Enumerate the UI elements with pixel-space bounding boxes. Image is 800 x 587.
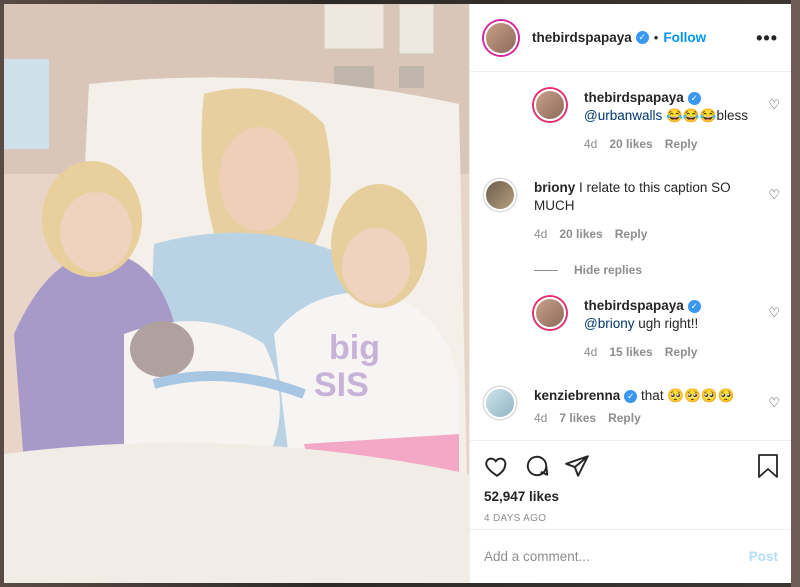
commenter-avatar[interactable] xyxy=(484,387,516,419)
separator-dot: • xyxy=(653,30,659,45)
author-username[interactable]: thebirdspapaya xyxy=(532,30,632,45)
comment-text: that 🥺🥺🥺🥺 xyxy=(641,388,735,403)
comment-username[interactable]: kenziebrenna xyxy=(534,388,620,403)
comment-like-heart-icon[interactable]: ♡ xyxy=(768,395,780,411)
post-likes-count[interactable]: 52,947 likes xyxy=(484,489,559,504)
comment-body: thebirdspapaya ✓ @briony ugh right!! xyxy=(584,297,701,333)
verified-badge-icon: ✓ xyxy=(687,91,701,105)
comment-likes[interactable]: 15 likes xyxy=(609,345,652,359)
add-comment-bar: Post xyxy=(470,529,791,583)
comment-mention[interactable]: @urbanwalls xyxy=(584,108,662,123)
bookmark-icon[interactable] xyxy=(756,453,780,479)
comment-likes[interactable]: 20 likes xyxy=(559,227,602,241)
comment-like-heart-icon[interactable]: ♡ xyxy=(768,187,780,203)
post-actions: 52,947 likes 4 DAYS AGO Post xyxy=(470,440,791,583)
comments-panel: thebirdspapaya ✓ • Follow ••• thebirdspa… xyxy=(469,4,791,583)
post-header: thebirdspapaya ✓ • Follow ••• xyxy=(470,4,791,72)
post-photo-illustration: big SIS xyxy=(4,4,469,583)
reply-button[interactable]: Reply xyxy=(615,227,648,241)
comment-meta: 4d 20 likes Reply xyxy=(534,227,774,241)
comment-bubble-icon[interactable] xyxy=(524,453,550,479)
comment-item: briony I relate to this caption SO MUCH … xyxy=(484,179,774,241)
comment-age[interactable]: 4d xyxy=(584,137,597,151)
commenter-avatar[interactable] xyxy=(534,297,566,329)
svg-text:big: big xyxy=(329,329,380,367)
background-strip xyxy=(791,0,800,587)
comment-age[interactable]: 4d xyxy=(534,411,547,425)
comment-body: briony I relate to this caption SO MUCH xyxy=(534,179,774,215)
comment-age[interactable]: 4d xyxy=(534,227,547,241)
comment-like-heart-icon[interactable]: ♡ xyxy=(768,305,780,321)
action-icons xyxy=(484,453,590,479)
comment-body: thebirdspapaya ✓ @urbanwalls 😂😂😂bless xyxy=(584,89,748,125)
commenter-avatar[interactable] xyxy=(484,179,516,211)
comment-body: kenziebrenna ✓ that 🥺🥺🥺🥺 xyxy=(534,387,774,405)
post-comment-button[interactable]: Post xyxy=(749,549,778,564)
follow-button[interactable]: Follow xyxy=(663,30,706,45)
author-avatar[interactable] xyxy=(484,20,518,55)
comment-item: thebirdspapaya ✓ @urbanwalls 😂😂😂bless 4d … xyxy=(534,89,778,151)
comment-text: ugh right!! xyxy=(634,316,699,331)
comment-username[interactable]: thebirdspapaya xyxy=(584,90,684,105)
comment-username[interactable]: thebirdspapaya xyxy=(584,298,684,313)
post-timestamp[interactable]: 4 DAYS AGO xyxy=(484,513,546,524)
post-photo: big SIS xyxy=(4,4,469,583)
comment-item: kenziebrenna ✓ that 🥺🥺🥺🥺 4d 7 likes Reply xyxy=(484,387,774,425)
verified-badge-icon: ✓ xyxy=(635,31,649,44)
svg-text:SIS: SIS xyxy=(314,366,369,404)
hide-replies-label[interactable]: Hide replies xyxy=(574,263,642,277)
post-modal: big SIS thebirdspapaya ✓ • Follow ••• th… xyxy=(4,4,791,583)
more-options-icon[interactable]: ••• xyxy=(756,28,778,49)
comment-meta: 4d 7 likes Reply xyxy=(534,411,774,425)
comment-mention[interactable]: @briony xyxy=(584,316,634,331)
hide-replies-toggle[interactable]: Hide replies xyxy=(534,263,642,277)
add-comment-input[interactable] xyxy=(484,549,749,564)
verified-badge-icon: ✓ xyxy=(687,299,701,313)
comment-username[interactable]: briony xyxy=(534,180,575,195)
reply-button[interactable]: Reply xyxy=(665,345,698,359)
comment-list[interactable]: thebirdspapaya ✓ @urbanwalls 😂😂😂bless 4d … xyxy=(470,73,791,439)
comment-meta: 4d 20 likes Reply xyxy=(584,137,748,151)
heart-outline-icon[interactable] xyxy=(484,453,510,479)
comment-likes[interactable]: 7 likes xyxy=(559,411,596,425)
commenter-avatar[interactable] xyxy=(534,89,566,121)
paper-plane-icon[interactable] xyxy=(564,453,590,479)
comment-age[interactable]: 4d xyxy=(584,345,597,359)
verified-badge-icon: ✓ xyxy=(624,389,638,403)
comment-item: thebirdspapaya ✓ @briony ugh right!! 4d 1… xyxy=(534,297,778,359)
comment-text: 😂😂😂bless xyxy=(666,108,748,123)
divider-line xyxy=(534,269,558,271)
reply-button[interactable]: Reply xyxy=(608,411,641,425)
reply-button[interactable]: Reply xyxy=(665,137,698,151)
comment-likes[interactable]: 20 likes xyxy=(609,137,652,151)
comment-like-heart-icon[interactable]: ♡ xyxy=(768,97,780,113)
comment-meta: 4d 15 likes Reply xyxy=(584,345,701,359)
